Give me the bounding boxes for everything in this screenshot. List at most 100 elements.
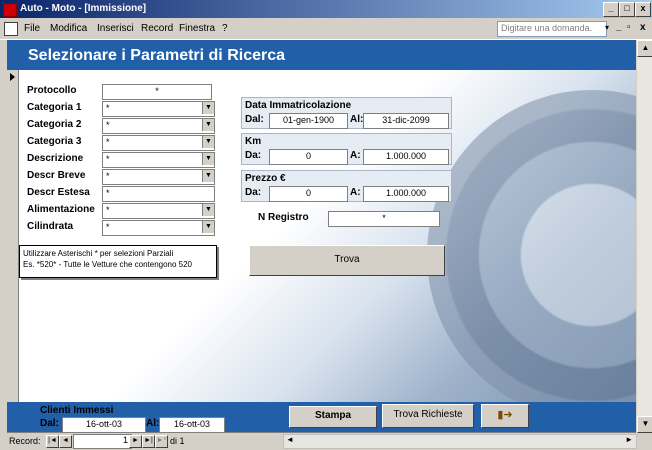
menu-help[interactable]: ? (222, 23, 228, 34)
chevron-down-icon[interactable]: ▼ (202, 153, 214, 165)
record-count: di 1 (170, 436, 185, 446)
menu-modifica[interactable]: Modifica (50, 23, 87, 34)
prezzo-from-input[interactable]: 0 (269, 186, 348, 202)
clienti-from-input[interactable]: 16-ott-03 (62, 417, 146, 433)
prezzo-to-input[interactable]: 1.000.000 (363, 186, 449, 202)
protocollo-input[interactable]: * (102, 84, 212, 100)
registro-label: N Registro (258, 212, 309, 223)
categoria2-value: * (106, 120, 110, 130)
mdi-close-button[interactable]: x (640, 22, 646, 33)
clienti-to-label: Al: (146, 418, 160, 429)
immatricolazione-title: Data Immatricolazione (245, 100, 352, 111)
help-dropdown-icon[interactable]: ▾ (605, 23, 609, 32)
tire-background-image (427, 90, 636, 402)
form-icon[interactable] (4, 22, 18, 36)
alimentazione-value: * (106, 205, 110, 215)
categoria1-value: * (106, 103, 110, 113)
close-button[interactable]: x (635, 2, 651, 17)
immatricolazione-from-label: Dal: (245, 114, 264, 125)
page-title: Selezionare i Parametri di Ricerca (28, 47, 286, 64)
note-line-2: Es. *520* - Tutte le Vetture che conteng… (23, 260, 193, 269)
categoria2-combo[interactable]: * ▼ (102, 118, 215, 134)
clienti-immessi-title: Clienti Immessi (40, 405, 114, 416)
prezzo-group: Prezzo € Da: 0 A: 1.000.000 (241, 170, 452, 202)
descrizione-value: * (106, 154, 110, 164)
restore-button[interactable]: □ (619, 2, 635, 17)
descr-estesa-label: Descr Estesa (27, 187, 90, 198)
exit-button[interactable]: ▮➜ (481, 404, 529, 428)
scroll-up-icon[interactable]: ▲ (637, 40, 652, 57)
km-to-label: A: (350, 150, 361, 161)
prezzo-title: Prezzo € (245, 173, 286, 184)
prezzo-from-label: Da: (245, 187, 262, 198)
chevron-down-icon[interactable]: ▼ (202, 221, 214, 233)
next-record-button[interactable]: ► (129, 435, 142, 448)
descr-breve-value: * (106, 171, 110, 181)
km-title: Km (245, 136, 262, 147)
descr-breve-combo[interactable]: * ▼ (102, 169, 215, 185)
chevron-down-icon[interactable]: ▼ (202, 136, 214, 148)
categoria3-label: Categoria 3 (27, 136, 82, 147)
km-from-label: Da: (245, 150, 262, 161)
trova-richieste-button[interactable]: Trova Richieste (382, 404, 474, 428)
current-record-icon (10, 73, 15, 81)
scroll-down-icon[interactable]: ▼ (637, 416, 652, 433)
chevron-down-icon[interactable]: ▼ (202, 119, 214, 131)
immatricolazione-group: Data Immatricolazione Dal: 01-gen-1900 A… (241, 97, 452, 129)
form-detail: Protocollo * Categoria 1 * ▼ Categoria 2 … (7, 70, 636, 402)
help-search-input[interactable]: Digitare una domanda. (497, 21, 607, 37)
cilindrata-label: Cilindrata (27, 221, 74, 232)
clienti-to-input[interactable]: 16-ott-03 (159, 417, 225, 433)
first-record-button[interactable]: |◄ (46, 435, 59, 448)
categoria3-combo[interactable]: * ▼ (102, 135, 215, 151)
menu-record[interactable]: Record (141, 23, 173, 34)
exit-door-icon: ▮➜ (497, 409, 513, 421)
alimentazione-combo[interactable]: * ▼ (102, 203, 215, 219)
mdi-minimize-button[interactable]: _ (616, 21, 622, 32)
km-group: Km Da: 0 A: 1.000.000 (241, 133, 452, 165)
app-icon[interactable] (3, 3, 17, 17)
immatricolazione-to-input[interactable]: 31-dic-2099 (363, 113, 449, 129)
wildcard-help-note: Utilizzare Asterischi * per selezioni Pa… (19, 245, 217, 278)
scroll-left-icon[interactable]: ◄ (286, 435, 294, 444)
minimize-button[interactable]: _ (603, 2, 619, 17)
scroll-right-icon[interactable]: ► (625, 435, 633, 444)
form-header: Selezionare i Parametri di Ricerca (7, 40, 636, 70)
note-line-1: Utilizzare Asterischi * per selezioni Pa… (23, 249, 174, 258)
stampa-button[interactable]: Stampa (289, 406, 377, 428)
chevron-down-icon[interactable]: ▼ (202, 170, 214, 182)
categoria1-label: Categoria 1 (27, 102, 82, 113)
descr-estesa-input[interactable]: * (102, 186, 215, 202)
cilindrata-value: * (106, 222, 110, 232)
categoria1-combo[interactable]: * ▼ (102, 101, 215, 117)
prev-record-button[interactable]: ◄ (59, 435, 72, 448)
form-footer: Clienti Immessi Dal: 16-ott-03 Al: 16-ot… (7, 402, 636, 433)
current-record-input[interactable]: 1 (73, 434, 132, 449)
registro-input[interactable]: * (328, 211, 440, 227)
menu-finestra[interactable]: Finestra (179, 23, 215, 34)
chevron-down-icon[interactable]: ▼ (202, 204, 214, 216)
alimentazione-label: Alimentazione (27, 204, 95, 215)
menu-inserisci[interactable]: Inserisci (97, 23, 134, 34)
categoria3-value: * (106, 137, 110, 147)
km-from-input[interactable]: 0 (269, 149, 348, 165)
title-bar: Auto - Moto - [Immissione] _ □ x (0, 0, 652, 18)
immatricolazione-from-input[interactable]: 01-gen-1900 (269, 113, 348, 129)
descrizione-label: Descrizione (27, 153, 84, 164)
vertical-scrollbar[interactable]: ▲ ▼ (636, 40, 652, 433)
descrizione-combo[interactable]: * ▼ (102, 152, 215, 168)
window-title: Auto - Moto - [Immissione] (20, 3, 147, 14)
trova-button[interactable]: Trova (249, 245, 445, 276)
horizontal-scrollbar[interactable]: ◄ ► (283, 434, 637, 449)
new-record-button[interactable]: ►* (155, 435, 168, 448)
mdi-restore-button[interactable]: ▫ (627, 22, 631, 33)
record-selector[interactable] (7, 70, 19, 402)
protocollo-label: Protocollo (27, 85, 77, 96)
record-label: Record: (9, 436, 41, 446)
km-to-input[interactable]: 1.000.000 (363, 149, 449, 165)
chevron-down-icon[interactable]: ▼ (202, 102, 214, 114)
last-record-button[interactable]: ►| (142, 435, 155, 448)
prezzo-to-label: A: (350, 187, 361, 198)
cilindrata-combo[interactable]: * ▼ (102, 220, 215, 236)
menu-file[interactable]: File (24, 23, 40, 34)
